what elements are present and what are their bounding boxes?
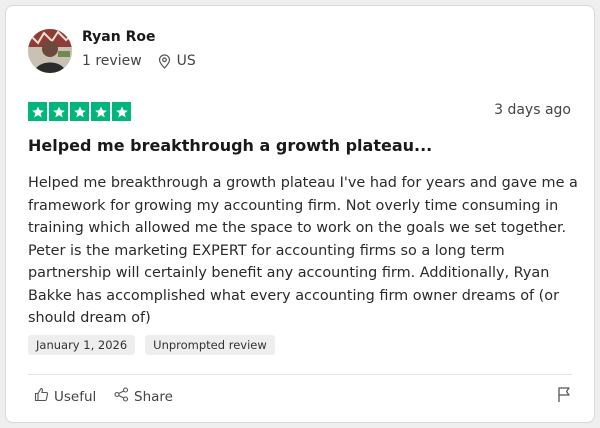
star-icon xyxy=(28,102,47,121)
share-button[interactable]: Share xyxy=(114,387,173,406)
star-icon xyxy=(112,102,131,121)
share-icon xyxy=(114,387,129,406)
review-date-relative: 3 days ago xyxy=(494,102,571,118)
useful-label: Useful xyxy=(54,388,97,405)
review-body: Helped me breakthrough a growth plateau … xyxy=(28,175,578,326)
reviewer-meta: 1 review US xyxy=(82,53,196,69)
review-count: 1 review xyxy=(82,53,142,69)
review-tags: January 1, 2026 Unprompted review xyxy=(28,335,275,355)
review-type-tag: Unprompted review xyxy=(145,335,275,355)
map-pin-icon xyxy=(158,53,171,69)
report-button[interactable] xyxy=(557,386,571,407)
share-label: Share xyxy=(134,388,173,405)
divider xyxy=(28,374,572,375)
review-title[interactable]: Helped me breakthrough a growth plateau.… xyxy=(28,136,432,155)
avatar[interactable] xyxy=(28,29,72,73)
star-icon xyxy=(91,102,110,121)
reviewer-country: US xyxy=(176,53,196,69)
review-card: Ryan Roe 1 review US 3 days ago Helped m… xyxy=(5,5,595,423)
star-icon xyxy=(70,102,89,121)
reviewer-name[interactable]: Ryan Roe xyxy=(82,29,155,45)
star-icon xyxy=(49,102,68,121)
experience-date-tag: January 1, 2026 xyxy=(28,335,136,355)
star-rating xyxy=(28,102,131,121)
thumbs-up-icon xyxy=(34,387,49,406)
useful-button[interactable]: Useful xyxy=(34,387,96,406)
flag-icon xyxy=(557,387,571,407)
